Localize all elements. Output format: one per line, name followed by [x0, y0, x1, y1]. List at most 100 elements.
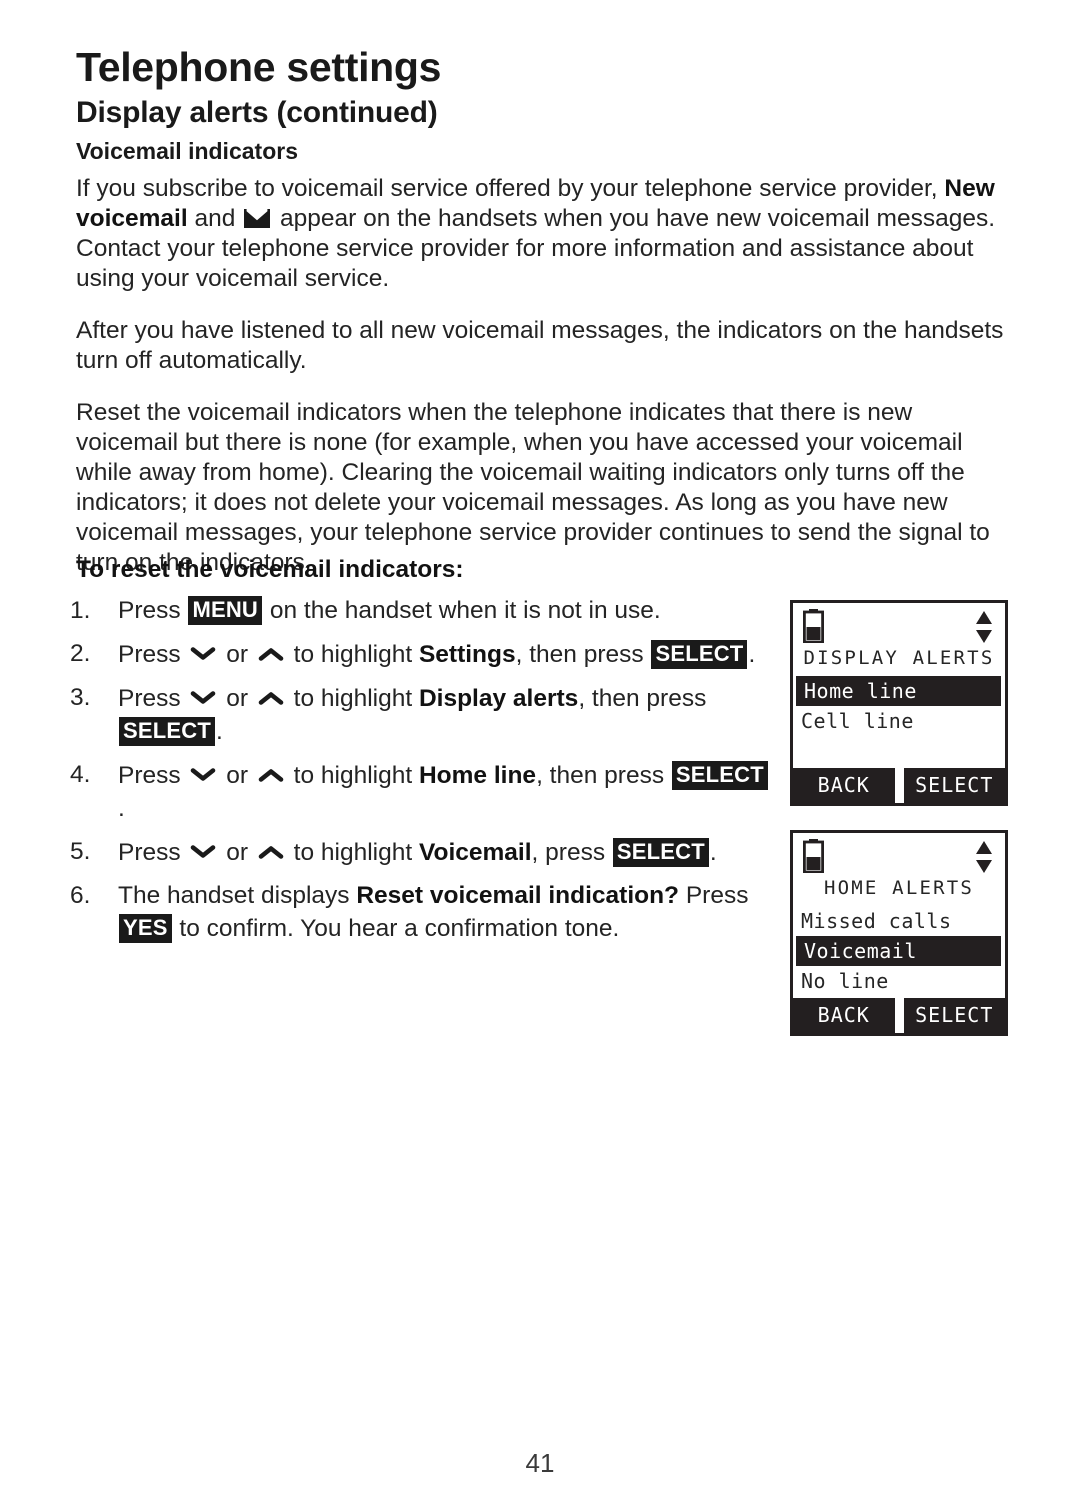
- chevron-down-icon: [190, 681, 216, 704]
- battery-icon: [802, 609, 825, 644]
- step-6-number: 6.: [70, 882, 91, 909]
- lcd-status-bar-2: [793, 833, 1005, 877]
- manual-page: Telephone settings Display alerts (conti…: [0, 0, 1080, 1512]
- menu-item-home-line: Home line: [418, 762, 537, 789]
- lcd-softkey-back[interactable]: BACK: [793, 998, 895, 1033]
- step-3: 3. Press or to highlight Display alerts,…: [70, 681, 770, 748]
- step-5-t1: Press: [118, 839, 188, 866]
- key-select[interactable]: SELECT: [651, 640, 748, 669]
- handset-screen-display-alerts: DISPLAY ALERTS Home line Cell line BACK …: [790, 600, 1008, 806]
- key-select[interactable]: SELECT: [119, 717, 215, 746]
- chevron-down-icon: [190, 758, 216, 781]
- procedure-steps: 1. Press MENU on the handset when it is …: [70, 594, 770, 955]
- step-5-t2: or: [219, 839, 255, 866]
- lcd-title-2: HOME ALERTS: [823, 877, 975, 899]
- menu-item-settings: Settings: [418, 641, 516, 668]
- chevron-up-icon: [258, 758, 284, 782]
- chevron-up-icon: [258, 637, 284, 661]
- lcd-menu-item-cell-line[interactable]: Cell line: [793, 706, 1005, 736]
- step-5-number: 5.: [70, 838, 91, 865]
- step-3-t2: or: [219, 685, 255, 712]
- step-3-text: Press or to highlight Display alerts, th…: [118, 681, 770, 748]
- lcd-softkey-bar-1: BACK SELECT: [793, 762, 1006, 803]
- lcd-menu-item-home-line[interactable]: Home line: [796, 676, 1001, 706]
- section-title: Display alerts (continued): [76, 96, 438, 129]
- chevron-down-icon: [190, 835, 216, 858]
- menu-item-display-alerts: Display alerts: [418, 685, 579, 712]
- step-6-t2: Press: [679, 882, 749, 909]
- chevron-down-icon: [190, 637, 216, 660]
- envelope-icon: [244, 206, 271, 228]
- step-6-text: The handset displays Reset voicemail ind…: [118, 879, 770, 945]
- step-5: 5. Press or to highlight Voicemail, pres…: [70, 835, 770, 869]
- step-4-t5: .: [118, 795, 125, 822]
- lcd-menu-item-missed-calls[interactable]: Missed calls: [793, 906, 1005, 936]
- handset-screen-home-alerts: HOME ALERTS Missed calls Voicemail No li…: [790, 830, 1008, 1036]
- step-4-number: 4.: [70, 761, 91, 788]
- step-2-t1: Press: [118, 641, 188, 668]
- lcd-status-bar-1: [793, 603, 1005, 647]
- lcd-softkey-bar-2: BACK SELECT: [793, 992, 1006, 1033]
- scroll-arrows-icon: [974, 840, 994, 874]
- step-5-t3: to highlight: [286, 839, 419, 866]
- step-1-t1: Press: [118, 597, 188, 624]
- lcd-menu-list-2: Missed calls Voicemail No line: [793, 906, 1005, 996]
- key-select[interactable]: SELECT: [612, 838, 709, 867]
- menu-item-voicemail: Voicemail: [418, 839, 532, 866]
- paragraph-3: Reset the voicemail indicators when the …: [76, 399, 990, 576]
- chapter-title: Telephone settings: [76, 44, 442, 90]
- step-1-number: 1.: [70, 597, 91, 624]
- step-2: 2. Press or to highlight Settings, then …: [70, 637, 770, 671]
- paragraph-1-part-a: If you subscribe to voicemail service of…: [76, 175, 945, 202]
- paragraph-1-part-b: and: [187, 205, 243, 232]
- step-1: 1. Press MENU on the handset when it is …: [70, 594, 770, 627]
- lcd-menu-list-1: Home line Cell line: [793, 676, 1005, 736]
- step-4-t1: Press: [118, 762, 188, 789]
- softkey-divider: [894, 992, 904, 1033]
- paragraph-2: After you have listened to all new voice…: [76, 317, 1004, 374]
- step-4-t3: to highlight: [286, 762, 419, 789]
- lcd-softkey-back[interactable]: BACK: [793, 768, 895, 803]
- step-6-t3: to confirm. You hear a confirmation tone…: [172, 915, 620, 942]
- key-yes[interactable]: YES: [119, 914, 172, 943]
- step-4: 4. Press or to highlight Home line, then…: [70, 758, 770, 825]
- step-3-t5: .: [216, 718, 223, 745]
- step-1-text: Press MENU on the handset when it is not…: [118, 594, 770, 627]
- lcd-menu-item-voicemail[interactable]: Voicemail: [796, 936, 1001, 966]
- step-2-t4: , then press: [515, 641, 651, 668]
- step-6-t1: The handset displays: [118, 882, 357, 909]
- subsection-title: Voicemail indicators: [76, 138, 298, 164]
- lcd-title-1: DISPLAY ALERTS: [803, 647, 995, 669]
- lcd-softkey-select[interactable]: SELECT: [904, 998, 1006, 1033]
- prompt-reset-voicemail-indication: Reset voicemail indication?: [356, 882, 680, 909]
- key-menu[interactable]: MENU: [188, 596, 263, 625]
- step-3-t4: , then press: [578, 685, 707, 712]
- body-text-column: If you subscribe to voicemail service of…: [76, 174, 1006, 600]
- step-3-t3: to highlight: [286, 685, 419, 712]
- step-2-t5: .: [748, 641, 756, 668]
- step-6: 6. The handset displays Reset voicemail …: [70, 879, 770, 945]
- step-5-t5: .: [709, 839, 717, 866]
- scroll-arrows-icon: [974, 610, 994, 644]
- step-2-number: 2.: [70, 640, 91, 667]
- step-3-number: 3.: [70, 684, 91, 711]
- procedure-title: To reset the voicemail indicators:: [76, 556, 464, 583]
- step-1-t2: on the handset when it is not in use.: [263, 597, 661, 624]
- step-4-t2: or: [219, 762, 255, 789]
- lcd-softkey-select[interactable]: SELECT: [904, 768, 1006, 803]
- step-3-t1: Press: [118, 685, 188, 712]
- step-5-text: Press or to highlight Voicemail, press S…: [118, 835, 770, 869]
- step-2-text: Press or to highlight Settings, then pre…: [118, 637, 770, 671]
- battery-icon: [802, 839, 825, 874]
- step-2-t2: or: [219, 641, 255, 668]
- chevron-up-icon: [258, 681, 284, 705]
- softkey-divider: [894, 762, 904, 803]
- chevron-up-icon: [258, 835, 284, 859]
- step-4-text: Press or to highlight Home line, then pr…: [118, 758, 770, 825]
- key-select[interactable]: SELECT: [671, 761, 768, 790]
- page-number: 41: [525, 1448, 555, 1478]
- step-4-t4: , then press: [536, 762, 671, 789]
- step-5-t4: , press: [531, 839, 612, 866]
- step-2-t3: to highlight: [286, 641, 419, 668]
- paragraph-1: If you subscribe to voicemail service of…: [76, 174, 1006, 294]
